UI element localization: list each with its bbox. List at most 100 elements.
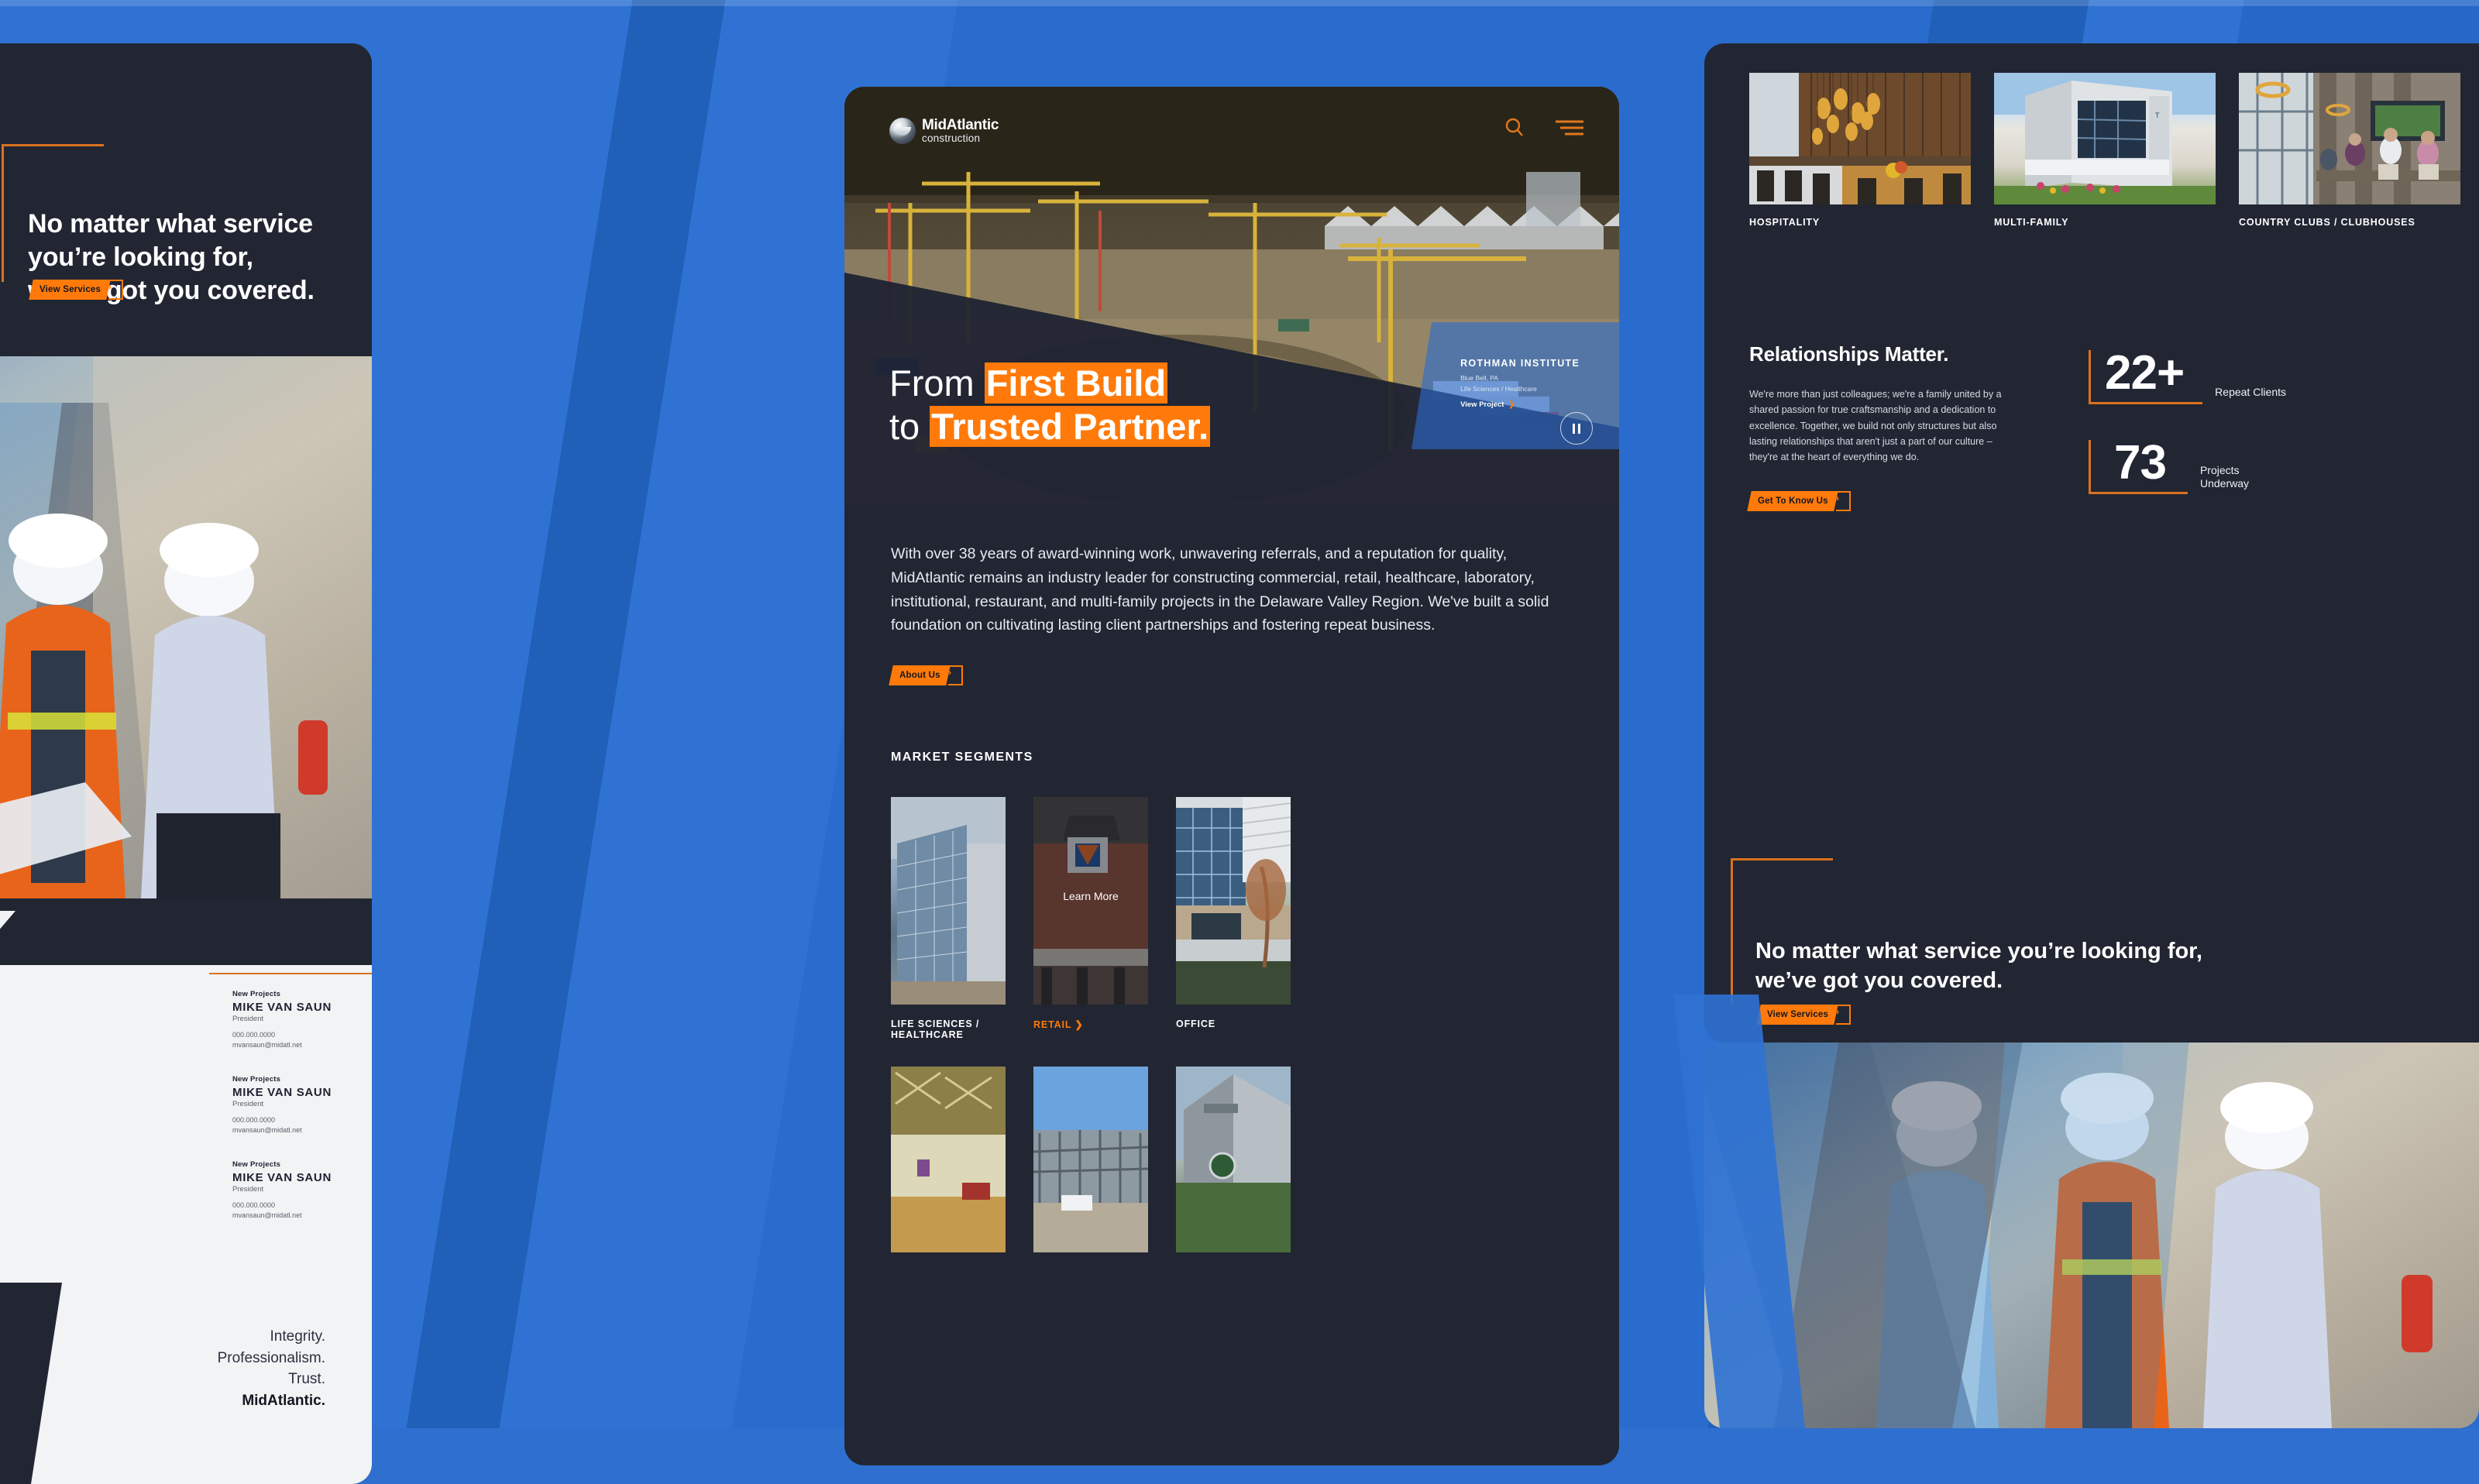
pause-bar	[1573, 424, 1575, 434]
right-thumbnails-row: HOSPITALITY T MULTI-FAMILY	[1704, 43, 2479, 228]
stat-label: Repeat Clients	[2215, 386, 2286, 400]
stat-value: 73	[2114, 440, 2166, 487]
card-title: President	[232, 1100, 372, 1108]
thumbnail-image	[1749, 73, 1971, 204]
segment-thumbnail	[1176, 797, 1291, 1005]
chevron-right-icon: ›	[108, 280, 123, 300]
crew-photo-image	[1704, 1043, 2479, 1428]
pause-bar	[1578, 424, 1580, 434]
thumbnail-label: HOSPITALITY	[1749, 217, 1971, 228]
right-services-cta: No matter what service you’re looking fo…	[1704, 824, 2479, 1043]
view-project-link[interactable]: View Project ❯	[1460, 400, 1619, 409]
segment-thumbnail	[891, 797, 1006, 1005]
hero-headline: From First Build to Trusted Partner.	[889, 362, 1210, 448]
cards-accent-rule	[209, 973, 372, 974]
thumbnail-label: MULTI-FAMILY	[1994, 217, 2216, 228]
relationships-section: Relationships Matter. We're more than ju…	[1704, 228, 2479, 511]
contact-card: New Projects MIKE VAN SAUN President 000…	[232, 990, 372, 1050]
left-services-cta: No matter what service you’re looking fo…	[0, 43, 372, 407]
chevron-right-icon: ›	[1836, 1005, 1851, 1025]
intro-paragraph: With over 38 years of award-winning work…	[891, 542, 1573, 637]
svg-text:T: T	[2155, 112, 2160, 119]
get-to-know-us-button[interactable]: Get To Know Us ›	[1747, 491, 1838, 511]
segment-card-office[interactable]: OFFICE	[1176, 797, 1291, 1040]
right-preview-panel: HOSPITALITY T MULTI-FAMILY	[1704, 43, 2479, 1043]
left-view-services-button[interactable]: View Services ›	[29, 280, 111, 300]
bg-top-band	[0, 0, 2479, 6]
stats-group: 22+ Repeat Clients 73 Projects Underway	[2089, 342, 2286, 511]
segment-label: LIFE SCIENCES / HEALTHCARE	[891, 1019, 1006, 1040]
segment-label: RETAIL ❯	[1033, 1019, 1148, 1030]
thumbnail-image	[2239, 73, 2460, 204]
right-cta-line-2: we’ve got you covered.	[1755, 967, 2202, 996]
left-view-services-label: View Services	[40, 285, 101, 294]
card-role: New Projects	[232, 1075, 372, 1084]
card-role: New Projects	[232, 1160, 372, 1169]
segment-card-life-sciences[interactable]: LIFE SCIENCES / HEALTHCARE	[891, 797, 1006, 1040]
project-location: Blue Bell, PA	[1460, 373, 1619, 384]
thumb-card-multifamily[interactable]: T MULTI-FAMILY	[1994, 73, 2216, 228]
chevron-right-icon: ❯	[1508, 400, 1515, 409]
card-title: President	[232, 1015, 372, 1023]
card-name: MIKE VAN SAUN	[232, 1086, 372, 1099]
crew-figures	[0, 356, 372, 898]
get-to-know-us-label: Get To Know Us	[1758, 496, 1828, 506]
stat-value: 22+	[2105, 350, 2184, 397]
project-segment: Life Sciences / Healthcare	[1460, 384, 1619, 395]
footer-diagonal-shape	[0, 1283, 372, 1484]
card-email[interactable]: mvansaun@midatl.net	[232, 1040, 372, 1050]
right-cta-line-1: No matter what service you’re looking fo…	[1755, 937, 2202, 967]
right-view-services-label: View Services	[1767, 1010, 1828, 1019]
card-name: MIKE VAN SAUN	[232, 1171, 372, 1184]
card-phone[interactable]: 000.000.0000	[232, 1030, 372, 1040]
left-cta-line-1: No matter what service you’re looking fo…	[28, 208, 372, 274]
hero-line1-plain: From	[889, 362, 985, 404]
hero-pause-button[interactable]	[1560, 412, 1593, 445]
chevron-right-icon: ❯	[1074, 1019, 1083, 1030]
market-segments-section: MARKET SEGMENTS LIFE SCI	[844, 685, 1619, 1252]
stat-label: Projects Underway	[2200, 464, 2249, 491]
segment-thumbnail-row2[interactable]	[1033, 1067, 1148, 1252]
right-view-services-button[interactable]: View Services ›	[1756, 1005, 1838, 1025]
view-project-label: View Project	[1460, 400, 1504, 409]
thumb-card-hospitality[interactable]: HOSPITALITY	[1749, 73, 1971, 228]
learn-more-overlay-label[interactable]: Learn More	[1033, 890, 1148, 902]
hero-headline-line-2: to Trusted Partner.	[889, 405, 1210, 448]
segment-card-retail[interactable]: Learn More RETAIL ❯	[1033, 797, 1148, 1040]
hero-headline-line-1: From First Build	[889, 362, 1210, 404]
intro-section: With over 38 years of award-winning work…	[844, 505, 1619, 685]
card-phone[interactable]: 000.000.0000	[232, 1115, 372, 1125]
about-us-label: About Us	[899, 671, 940, 680]
relationships-heading: Relationships Matter.	[1749, 342, 2044, 366]
card-role: New Projects	[232, 990, 372, 998]
segment-thumbnail-row2[interactable]	[1176, 1067, 1291, 1252]
segment-thumbnail-row2[interactable]	[891, 1067, 1006, 1252]
contact-form: FIRST NAME Text LAST NAME Text EMAIL Tex…	[0, 994, 169, 1180]
stat-projects-underway: 73	[2089, 440, 2188, 494]
card-phone[interactable]: 000.000.0000	[232, 1201, 372, 1211]
contact-card: New Projects MIKE VAN SAUN President 000…	[232, 1075, 372, 1135]
corporate-office-title: CORPORATE OFFICE	[0, 1329, 45, 1342]
stat-repeat-clients: 22+	[2089, 350, 2202, 404]
footer-copyright: © 2024 MidAtlantic Construction. All Rig…	[0, 1445, 45, 1453]
hero-line2-highlight: Trusted Partner.	[930, 406, 1210, 447]
relationships-body: We're more than just colleagues; we're a…	[1749, 386, 2005, 465]
hero-section: MidAtlantic construction From First B	[844, 87, 1619, 505]
center-preview-panel: MidAtlantic construction From First B	[844, 87, 1619, 1465]
chevron-right-icon: ›	[1836, 491, 1851, 511]
footer: CORPORATE OFFICE Union Meeting Corporate…	[0, 1329, 45, 1453]
thumb-card-countryclubs[interactable]: COUNTRY CLUBS / CLUBHOUSES	[2239, 73, 2460, 228]
segment-label: OFFICE	[1176, 1019, 1291, 1029]
contact-card: New Projects MIKE VAN SAUN President 000…	[232, 1160, 372, 1221]
market-segments-title: MARKET SEGMENTS	[891, 751, 1573, 764]
bottom-right-crew-photo	[1704, 1043, 2479, 1428]
segment-thumbnail: Learn More	[1033, 797, 1148, 1005]
contact-cards: New Projects MIKE VAN SAUN President 000…	[232, 990, 372, 1221]
thumbnail-image: T	[1994, 73, 2216, 204]
card-name: MIKE VAN SAUN	[232, 1001, 372, 1014]
hero-line2-plain: to	[889, 406, 930, 447]
card-email[interactable]: mvansaun@midatl.net	[232, 1211, 372, 1221]
about-us-button[interactable]: About Us ›	[889, 665, 950, 685]
card-email[interactable]: mvansaun@midatl.net	[232, 1125, 372, 1135]
thumbnail-label: COUNTRY CLUBS / CLUBHOUSES	[2239, 217, 2460, 228]
